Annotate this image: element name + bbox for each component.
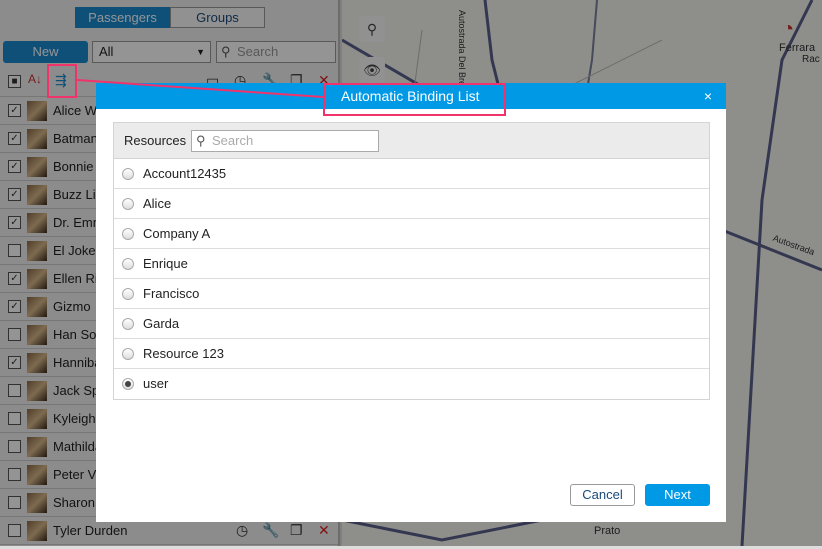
highlight-connector [76,79,324,98]
